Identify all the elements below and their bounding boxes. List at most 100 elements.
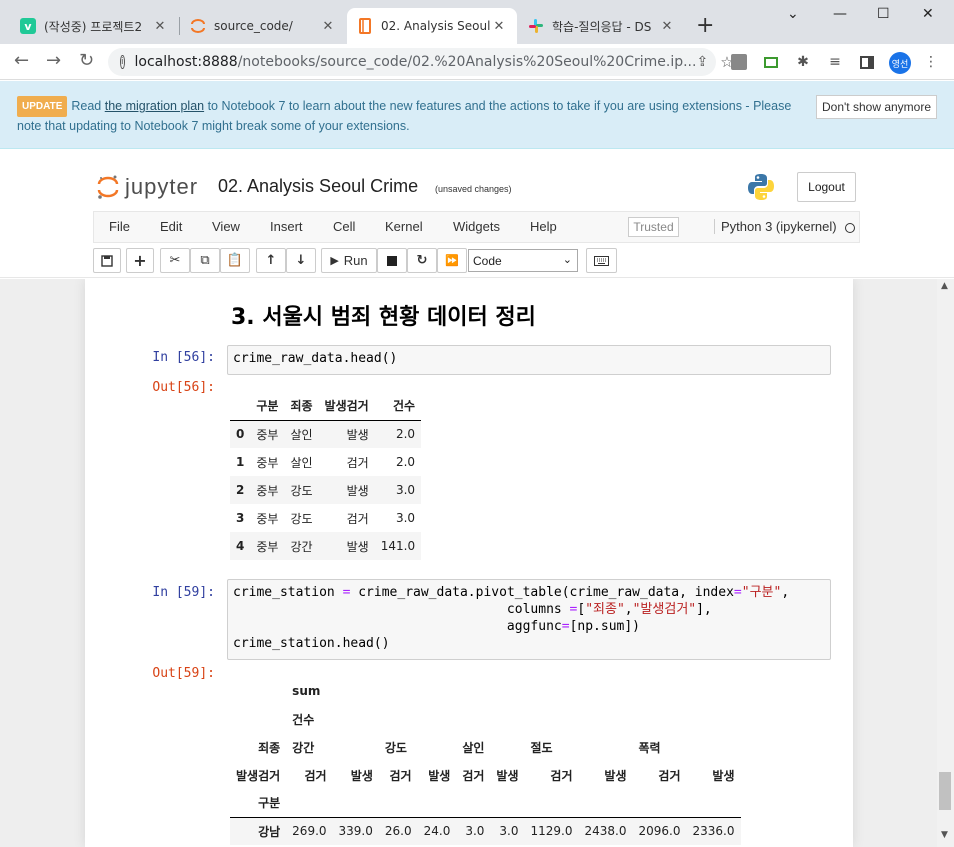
- back-icon[interactable]: ←: [14, 50, 29, 71]
- window-close-icon[interactable]: ✕: [922, 6, 934, 22]
- forward-icon[interactable]: →: [46, 50, 61, 71]
- minimize-icon[interactable]: —: [833, 6, 847, 22]
- table-cell: 발생: [346, 539, 369, 554]
- table-cell: 강간: [290, 539, 313, 554]
- status-header: 검거: [550, 768, 573, 783]
- scroll-down-icon[interactable]: ▼: [941, 830, 948, 840]
- code-token: columns: [233, 602, 570, 617]
- status-header: 발생: [712, 768, 735, 783]
- move-up-icon[interactable]: ↑: [256, 248, 286, 273]
- close-icon[interactable]: ✕: [152, 19, 168, 34]
- save-icon[interactable]: [93, 248, 121, 273]
- code-cell-input[interactable]: crime_station = crime_raw_data.pivot_tab…: [227, 579, 831, 660]
- tab-search-chevron-icon[interactable]: ⌄: [787, 6, 799, 22]
- table-row: 0 중부 살인 발생 2.0: [230, 420, 422, 448]
- row-index: 0: [236, 427, 245, 442]
- kernel-name[interactable]: Python 3 (ipykernel): [714, 219, 837, 234]
- browser-tab-slack[interactable]: 학습-질의응답 - DS ✕: [518, 8, 685, 44]
- menu-file[interactable]: File: [109, 219, 130, 234]
- close-icon[interactable]: ✕: [320, 19, 336, 34]
- browser-tab-strip: v (작성중) 프로젝트2 ✕ source_code/ ✕ 02. Analy…: [0, 0, 954, 44]
- table-cell: 3.0: [499, 824, 519, 839]
- row-index: 4: [236, 539, 245, 553]
- new-tab-icon[interactable]: +: [696, 13, 714, 38]
- close-icon[interactable]: ✕: [659, 19, 675, 34]
- cell-type-select[interactable]: Code ⌄: [468, 249, 578, 272]
- share-icon[interactable]: ⇪: [696, 54, 708, 70]
- extension-green-icon[interactable]: [762, 53, 780, 71]
- header-row-crime: 죄종 강간 강도 살인 절도 폭력: [230, 733, 741, 761]
- table-cell: 2438.0: [584, 824, 627, 839]
- notebook-site: 3. 서울시 범죄 현황 데이터 정리 In [56]: crime_raw_d…: [0, 279, 937, 847]
- table-cell: 141.0: [380, 539, 416, 553]
- table-cell: 3.0: [465, 824, 485, 839]
- jupyter-logo[interactable]: jupyter: [97, 174, 198, 200]
- restart-run-all-icon[interactable]: ⏩: [437, 248, 467, 273]
- interrupt-icon[interactable]: [377, 248, 407, 273]
- extension-icon[interactable]: [730, 53, 748, 71]
- dont-show-anymore-button[interactable]: Don't show anymore: [816, 95, 938, 119]
- avatar[interactable]: 영선: [889, 52, 911, 74]
- insert-cell-icon[interactable]: +: [126, 248, 154, 273]
- code-token: [np.sum]): [569, 619, 641, 634]
- tab-title: 02. Analysis Seoul: [381, 19, 491, 33]
- close-icon[interactable]: ✕: [491, 19, 507, 34]
- menu-help[interactable]: Help: [530, 219, 557, 234]
- table-cell: 2.0: [395, 455, 416, 469]
- crime-header: 강간: [292, 740, 315, 755]
- menu-widgets[interactable]: Widgets: [453, 219, 500, 234]
- notebook-name[interactable]: 02. Analysis Seoul Crime: [218, 176, 418, 197]
- table-cell: 강도: [290, 483, 313, 498]
- menu-insert[interactable]: Insert: [270, 219, 303, 234]
- url-text[interactable]: localhost:8888/notebooks/source_code/02.…: [135, 54, 697, 70]
- logout-button[interactable]: Logout: [797, 172, 856, 202]
- scrollbar-thumb[interactable]: [939, 772, 951, 810]
- table-cell: 339.0: [338, 824, 373, 839]
- media-icon[interactable]: ≡: [826, 53, 844, 71]
- table-row: 강남 269.0 339.0 26.0 24.0 3.0 3.0 1129.0 …: [230, 817, 741, 845]
- browser-tab-analysis-seoul[interactable]: 02. Analysis Seoul ✕: [347, 8, 517, 44]
- table-header-row: 구분 죄종 발생검거 건수: [230, 392, 422, 420]
- code-string: "구분": [741, 585, 782, 600]
- kebab-menu-icon[interactable]: ⋮: [922, 53, 940, 71]
- table-cell: 2.0: [395, 427, 416, 442]
- keyboard-icon[interactable]: [586, 248, 617, 273]
- maximize-icon[interactable]: ☐: [877, 6, 890, 22]
- run-label: Run: [343, 253, 368, 268]
- migration-plan-link[interactable]: the migration plan: [105, 99, 204, 113]
- restart-icon[interactable]: ↻: [407, 248, 437, 273]
- header-row-index: 구분: [230, 789, 741, 817]
- puzzle-icon[interactable]: ✱: [794, 53, 812, 71]
- status-header: 발생: [496, 768, 519, 783]
- banner-message: UPDATE Read the migration plan to Noteboo…: [17, 96, 807, 136]
- menu-edit[interactable]: Edit: [160, 219, 182, 234]
- cut-icon[interactable]: ✂: [160, 248, 190, 273]
- status-header: 검거: [658, 768, 681, 783]
- table-cell: 중부: [256, 511, 279, 526]
- move-down-icon[interactable]: ↓: [286, 248, 316, 273]
- browser-tab-source-code[interactable]: source_code/ ✕: [180, 8, 346, 44]
- trusted-indicator[interactable]: Trusted: [628, 217, 679, 237]
- menu-cell[interactable]: Cell: [333, 219, 355, 234]
- url-bar[interactable]: i localhost:8888/notebooks/source_code/0…: [108, 48, 734, 76]
- code-cell-input[interactable]: crime_raw_data.head(): [227, 345, 831, 375]
- copy-icon[interactable]: ⧉: [190, 248, 220, 273]
- table-cell: 중부: [256, 455, 279, 470]
- paste-icon[interactable]: 📋: [220, 248, 250, 273]
- status-header: 발생: [350, 768, 373, 783]
- menubar: File Edit View Insert Cell Kernel Widget…: [93, 211, 860, 243]
- output-prompt: Out[59]:: [152, 666, 215, 681]
- info-icon[interactable]: i: [120, 55, 125, 69]
- menu-view[interactable]: View: [212, 219, 240, 234]
- browser-tab-velog[interactable]: v (작성중) 프로젝트2 ✕: [10, 8, 178, 44]
- code-token: ,: [781, 585, 790, 600]
- vertical-scrollbar[interactable]: ▲ ▼: [937, 279, 954, 847]
- row-index: 3: [236, 511, 245, 525]
- menu-kernel[interactable]: Kernel: [385, 219, 423, 234]
- table-cell: 24.0: [423, 824, 451, 839]
- table-cell: 1129.0: [530, 824, 573, 839]
- run-button[interactable]: ▶ Run: [321, 248, 377, 273]
- side-panel-icon[interactable]: [858, 53, 876, 71]
- reload-icon[interactable]: ↻: [79, 50, 94, 71]
- scroll-up-icon[interactable]: ▲: [941, 281, 948, 291]
